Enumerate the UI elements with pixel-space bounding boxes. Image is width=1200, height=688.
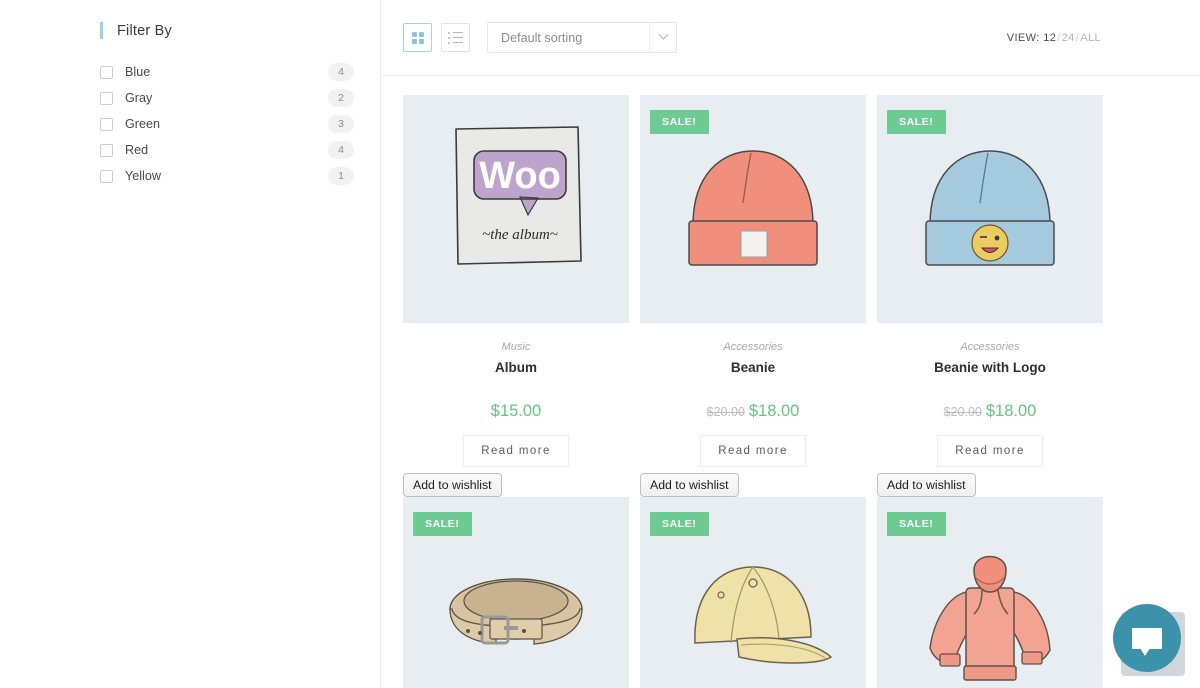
product-thumbnail[interactable]: SALE! bbox=[403, 497, 629, 688]
product-card-beanie-with-logo: SALE! Accessories Beanie with Logo $20.0… bbox=[877, 95, 1103, 497]
view-count-24[interactable]: 24 bbox=[1062, 32, 1075, 44]
product-thumbnail[interactable]: SALE! bbox=[640, 95, 866, 323]
product-card-album: Woo ~the album~ Music Album $15.00 Read … bbox=[403, 95, 629, 497]
filter-title: Filter By bbox=[117, 22, 172, 39]
filter-count: 1 bbox=[328, 167, 354, 185]
product-card-cap: SALE! bbox=[640, 497, 866, 688]
product-thumbnail[interactable]: SALE! bbox=[640, 497, 866, 688]
filter-sidebar: Filter By Blue 4 Gray 2 Green 3 Red 4 Ye… bbox=[0, 0, 381, 688]
accent-bar-icon bbox=[100, 22, 103, 39]
view-mode-toggles bbox=[403, 23, 470, 52]
product-grid: Woo ~the album~ Music Album $15.00 Read … bbox=[381, 76, 1200, 688]
filter-label: Yellow bbox=[125, 169, 161, 183]
wishlist-row: Add to wishlist bbox=[640, 473, 866, 497]
filter-list: Blue 4 Gray 2 Green 3 Red 4 Yellow 1 bbox=[100, 59, 354, 189]
product-card-belt: SALE! bbox=[403, 497, 629, 688]
list-view-button[interactable] bbox=[441, 23, 470, 52]
belt-tan-icon bbox=[449, 578, 583, 645]
grid-view-button[interactable] bbox=[403, 23, 432, 52]
product-card-hoodie: SALE! bbox=[877, 497, 1103, 688]
checkbox-blue[interactable] bbox=[100, 65, 113, 79]
album-cover-woo-icon: Woo ~the album~ bbox=[455, 126, 582, 265]
chat-bubble-icon bbox=[1132, 627, 1162, 656]
filter-item-yellow[interactable]: Yellow 1 bbox=[100, 163, 354, 189]
hoodie-coral-icon bbox=[929, 555, 1051, 681]
checkbox-yellow[interactable] bbox=[100, 169, 113, 183]
filter-label: Green bbox=[125, 117, 161, 131]
product-current-price: $15.00 bbox=[490, 402, 542, 420]
sort-selected-value: Default sorting bbox=[501, 30, 583, 45]
filter-item-gray[interactable]: Gray 2 bbox=[100, 85, 354, 111]
product-thumbnail[interactable]: SALE! bbox=[877, 95, 1103, 323]
filter-item-red[interactable]: Red 4 bbox=[100, 137, 354, 163]
grid-view-icon bbox=[411, 31, 424, 44]
view-count-all[interactable]: ALL bbox=[1080, 32, 1101, 44]
product-thumbnail[interactable]: SALE! bbox=[877, 497, 1103, 688]
product-category[interactable]: Accessories bbox=[640, 341, 866, 353]
product-original-price: $20.00 bbox=[943, 405, 982, 419]
svg-text:Woo: Woo bbox=[479, 155, 561, 197]
sale-badge: SALE! bbox=[650, 110, 709, 134]
filter-item-blue[interactable]: Blue 4 bbox=[100, 59, 354, 85]
sale-badge: SALE! bbox=[887, 512, 946, 536]
product-title[interactable]: Beanie with Logo bbox=[877, 360, 1103, 375]
filter-item-green[interactable]: Green 3 bbox=[100, 111, 354, 137]
sale-badge: SALE! bbox=[650, 512, 709, 536]
filter-count: 4 bbox=[328, 141, 354, 159]
product-current-price: $18.00 bbox=[985, 402, 1037, 420]
view-count-label: VIEW: bbox=[1006, 31, 1040, 44]
wishlist-row: Add to wishlist bbox=[403, 473, 629, 497]
product-title[interactable]: Beanie bbox=[640, 360, 866, 375]
product-info: Music Album $15.00 Read more bbox=[403, 323, 629, 467]
product-thumbnail[interactable]: Woo ~the album~ bbox=[403, 95, 629, 323]
add-to-wishlist-button[interactable]: Add to wishlist bbox=[877, 473, 976, 497]
product-price: $20.00 $18.00 bbox=[640, 402, 866, 421]
svg-text:~the album~: ~the album~ bbox=[482, 227, 558, 243]
filter-header: Filter By bbox=[100, 22, 354, 39]
product-info: Accessories Beanie with Logo $20.00 $18.0… bbox=[877, 323, 1103, 467]
filter-count: 3 bbox=[328, 115, 354, 133]
sale-badge: SALE! bbox=[887, 110, 946, 134]
checkbox-green[interactable] bbox=[100, 117, 113, 131]
product-info: Accessories Beanie $20.00 $18.00 Read mor… bbox=[640, 323, 866, 467]
read-more-button[interactable]: Read more bbox=[700, 435, 806, 467]
product-price: $20.00 $18.00 bbox=[877, 402, 1103, 421]
view-count-12[interactable]: 12 bbox=[1043, 32, 1056, 44]
product-category[interactable]: Accessories bbox=[877, 341, 1103, 353]
checkbox-gray[interactable] bbox=[100, 91, 113, 105]
listing-toolbar: Default sorting VIEW: 12/24/ALL bbox=[381, 0, 1200, 76]
read-more-button[interactable]: Read more bbox=[463, 435, 569, 467]
add-to-wishlist-button[interactable]: Add to wishlist bbox=[640, 473, 739, 497]
filter-label: Blue bbox=[125, 65, 151, 79]
chat-widget-button[interactable] bbox=[1109, 600, 1185, 676]
checkbox-red[interactable] bbox=[100, 143, 113, 157]
beanie-blue-emoji-icon bbox=[925, 150, 1055, 266]
cap-yellow-icon bbox=[694, 566, 833, 664]
view-count-selector: VIEW: 12/24/ALL bbox=[1007, 32, 1101, 44]
filter-count: 4 bbox=[328, 63, 354, 81]
chevron-down-icon bbox=[658, 29, 668, 40]
filter-label: Gray bbox=[125, 91, 153, 105]
sale-badge: SALE! bbox=[413, 512, 472, 536]
chat-circle[interactable] bbox=[1113, 604, 1181, 672]
product-listing-page: Filter By Blue 4 Gray 2 Green 3 Red 4 Ye… bbox=[0, 0, 1200, 688]
read-more-button[interactable]: Read more bbox=[937, 435, 1043, 467]
product-price: $15.00 bbox=[403, 402, 629, 421]
sort-dropdown[interactable]: Default sorting bbox=[487, 22, 677, 53]
filter-count: 2 bbox=[328, 89, 354, 107]
wishlist-row: Add to wishlist bbox=[877, 473, 1103, 497]
filter-label: Red bbox=[125, 143, 149, 157]
product-main: Default sorting VIEW: 12/24/ALL Woo ~the… bbox=[381, 0, 1200, 688]
product-original-price: $20.00 bbox=[706, 405, 745, 419]
add-to-wishlist-button[interactable]: Add to wishlist bbox=[403, 473, 502, 497]
product-current-price: $18.00 bbox=[748, 402, 800, 420]
product-card-beanie: SALE! Accessories Beanie $20.00 $18.00 Re… bbox=[640, 95, 866, 497]
product-category[interactable]: Music bbox=[403, 341, 629, 353]
sort-dropdown-arrow[interactable] bbox=[649, 23, 676, 52]
list-view-icon bbox=[448, 31, 463, 44]
beanie-coral-icon bbox=[688, 150, 818, 266]
product-title[interactable]: Album bbox=[403, 360, 629, 375]
